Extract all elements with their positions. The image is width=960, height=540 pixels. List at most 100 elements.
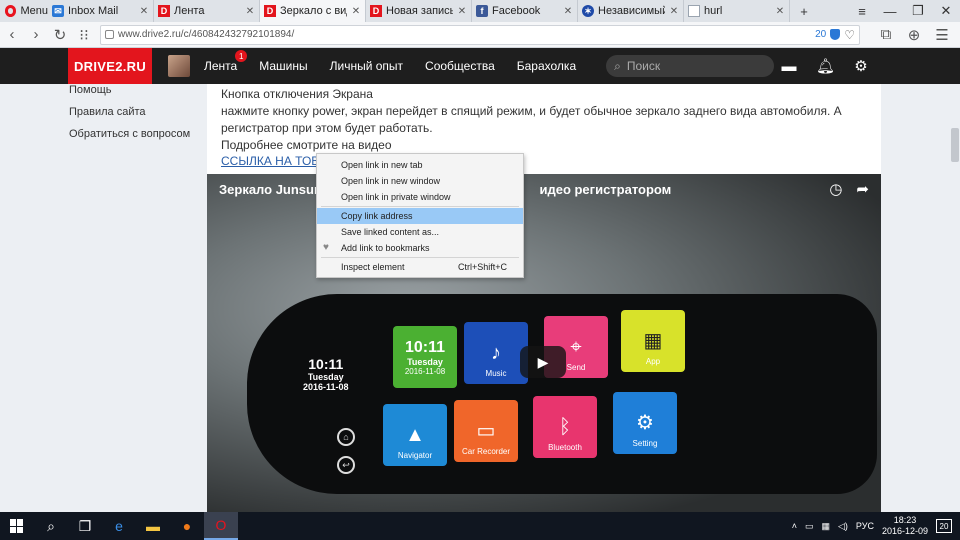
restore-icon[interactable]: ❐ bbox=[904, 0, 932, 22]
grid-icon: ▦ bbox=[643, 330, 663, 352]
url-field[interactable]: www.drive2.ru/c/460842432792101894/ 20 ♡ bbox=[100, 24, 860, 45]
messages-icon[interactable]: ▬ bbox=[780, 58, 798, 75]
bookmark-heart-icon[interactable]: ♡ bbox=[844, 28, 855, 42]
battery-icon[interactable]: ▭ bbox=[805, 521, 814, 532]
heart-icon: ♥ bbox=[323, 242, 329, 253]
opera-taskbar-icon[interactable]: O bbox=[204, 512, 238, 540]
home-icon: ⌂ bbox=[337, 428, 355, 446]
sidebar-link-contact[interactable]: Обратиться с вопросом bbox=[69, 128, 209, 140]
forward-icon[interactable]: › bbox=[24, 23, 48, 47]
tab-lenta[interactable]: D Лента ✕ bbox=[154, 0, 260, 22]
menu-separator bbox=[321, 257, 519, 258]
site-logo[interactable]: DRIVE2.RU bbox=[68, 48, 152, 84]
file-explorer-icon[interactable]: ▬ bbox=[136, 512, 170, 540]
watch-later-icon[interactable]: ◷ bbox=[829, 180, 842, 198]
adblock-shield-icon[interactable] bbox=[830, 29, 841, 40]
close-tab-icon[interactable]: ✕ bbox=[669, 6, 679, 17]
edge-icon[interactable]: e bbox=[102, 512, 136, 540]
ctx-add-to-bookmarks[interactable]: ♥ Add link to bookmarks bbox=[317, 240, 523, 256]
context-menu: Open link in new tab Open link in new wi… bbox=[316, 153, 524, 278]
video-header-icons: ◷ ➦ bbox=[829, 180, 869, 198]
search-icon: ⌕ bbox=[614, 58, 621, 73]
nav-communities[interactable]: Сообщества bbox=[425, 59, 495, 73]
drive2-icon: D bbox=[158, 5, 170, 17]
menu-label: Menu bbox=[20, 5, 48, 17]
task-view-icon[interactable]: ❐ bbox=[68, 512, 102, 540]
opera-menu-button[interactable]: Menu bbox=[0, 0, 48, 22]
language-indicator[interactable]: РУС bbox=[856, 521, 874, 531]
adblock-count: 20 bbox=[815, 29, 827, 40]
reload-icon[interactable]: ↻ bbox=[48, 23, 72, 47]
tab-new-post[interactable]: D Новая запись ✕ bbox=[366, 0, 472, 22]
site-nav: Лента 1 Машины Личный опыт Сообщества Ба… bbox=[204, 50, 576, 73]
site-search[interactable]: ⌕ bbox=[606, 55, 775, 77]
ctx-inspect-element[interactable]: Inspect element Ctrl+Shift+C bbox=[317, 259, 523, 275]
search-input[interactable] bbox=[626, 59, 757, 73]
user-avatar[interactable] bbox=[168, 55, 190, 77]
tab-facebook[interactable]: f Facebook ✕ bbox=[472, 0, 578, 22]
network-icon[interactable]: ▦ bbox=[821, 521, 830, 532]
close-tab-icon[interactable]: ✕ bbox=[351, 6, 361, 17]
sidebar-link-help[interactable]: Помощь bbox=[69, 84, 209, 96]
close-tab-icon[interactable]: ✕ bbox=[245, 6, 255, 17]
ctx-open-new-window[interactable]: Open link in new window bbox=[317, 173, 523, 189]
scrollbar-thumb[interactable] bbox=[951, 128, 959, 162]
ctx-open-new-tab[interactable]: Open link in new tab bbox=[317, 157, 523, 173]
extensions-icon[interactable]: ☰ bbox=[930, 23, 954, 47]
ctx-copy-link-address[interactable]: Copy link address bbox=[317, 208, 523, 224]
gear-icon[interactable]: ⚙ bbox=[852, 57, 870, 75]
action-center-icon[interactable]: 20 bbox=[936, 519, 952, 533]
back-icon[interactable]: ‹ bbox=[0, 23, 24, 47]
nav-marketplace[interactable]: Барахолка bbox=[517, 59, 576, 73]
tab-mirror-video[interactable]: D Зеркало с видео р ✕ bbox=[260, 0, 366, 22]
tab-strip: Menu ✉ Inbox Mail ✕ D Лента ✕ D Зеркало … bbox=[0, 0, 960, 22]
tab-independent-forum[interactable]: ✶ Независимый фор ✕ bbox=[578, 0, 684, 22]
search-icon[interactable]: ⌕ bbox=[34, 512, 68, 540]
tray-chevron-icon[interactable]: ˄ bbox=[792, 521, 797, 531]
page-info-icon[interactable] bbox=[105, 30, 114, 39]
nav-experience[interactable]: Личный опыт bbox=[330, 59, 403, 73]
facebook-icon: f bbox=[476, 5, 488, 17]
close-tab-icon[interactable]: ✕ bbox=[139, 6, 149, 17]
app-tile-music: ♪ Music bbox=[464, 322, 528, 384]
app-tile-navigator: ▲ Navigator bbox=[383, 404, 447, 466]
close-tab-icon[interactable]: ✕ bbox=[457, 6, 467, 17]
tab-hurl[interactable]: hurl ✕ bbox=[684, 0, 790, 22]
download-icon[interactable]: ⊕ bbox=[902, 23, 926, 47]
article-paragraph: нажмите кнопку power, экран перейдет в с… bbox=[221, 104, 842, 135]
nav-cars[interactable]: Машины bbox=[259, 59, 307, 73]
close-window-icon[interactable]: ✕ bbox=[932, 0, 960, 22]
bluetooth-icon: ᛒ bbox=[559, 416, 571, 438]
firefox-icon[interactable]: ● bbox=[170, 512, 204, 540]
left-sidebar: Помощь Правила сайта Обратиться с вопрос… bbox=[69, 84, 209, 150]
windows-taskbar: ⌕ ❐ e ▬ ● O ˄ ▭ ▦ ◁) РУС 18:23 2016-12-0… bbox=[0, 512, 960, 540]
app-tile-car-recorder: ▭ Car Recorder bbox=[454, 400, 518, 462]
tab-menu-icon[interactable]: ≡ bbox=[848, 0, 876, 22]
play-button[interactable]: ▶ bbox=[520, 346, 566, 378]
ctx-open-private-window[interactable]: Open link in private window bbox=[317, 189, 523, 205]
tab-inbox-mail[interactable]: ✉ Inbox Mail ✕ bbox=[48, 0, 154, 22]
app-tile-setting: ⚙ Setting bbox=[613, 392, 677, 454]
speed-dial-icon[interactable]: ⁝⁝ bbox=[72, 23, 96, 47]
snapshot-icon[interactable]: ⧉ bbox=[874, 23, 898, 47]
header-icons: ▬ 🔔︎ ⚙ bbox=[780, 57, 960, 76]
page-scrollbar[interactable] bbox=[950, 84, 960, 512]
share-icon[interactable]: ➦ bbox=[856, 180, 869, 198]
window-controls: ≡ — ❐ ✕ bbox=[818, 0, 960, 22]
clock[interactable]: 18:23 2016-12-09 bbox=[882, 515, 928, 537]
ctx-save-linked-content[interactable]: Save linked content as... bbox=[317, 224, 523, 240]
nav-lenta[interactable]: Лента 1 bbox=[204, 50, 248, 73]
article-body: Кнопка отключения Экрана нажмите кнопку … bbox=[207, 84, 881, 174]
bell-icon[interactable]: 🔔︎ bbox=[816, 57, 835, 75]
volume-icon[interactable]: ◁) bbox=[838, 521, 848, 532]
close-tab-icon[interactable]: ✕ bbox=[563, 6, 573, 17]
video-player[interactable]: Зеркало Junsun Tидео регистратором ◷ ➦ 1… bbox=[207, 174, 881, 512]
notification-badge: 1 bbox=[235, 50, 248, 62]
minimize-icon[interactable]: — bbox=[876, 0, 904, 22]
sidebar-link-rules[interactable]: Правила сайта bbox=[69, 106, 209, 118]
close-tab-icon[interactable]: ✕ bbox=[775, 6, 785, 17]
new-tab-button[interactable]: + bbox=[790, 0, 818, 22]
start-button[interactable] bbox=[0, 512, 34, 540]
antenna-icon: ⌖ bbox=[570, 336, 582, 358]
windows-logo-icon bbox=[10, 519, 24, 533]
